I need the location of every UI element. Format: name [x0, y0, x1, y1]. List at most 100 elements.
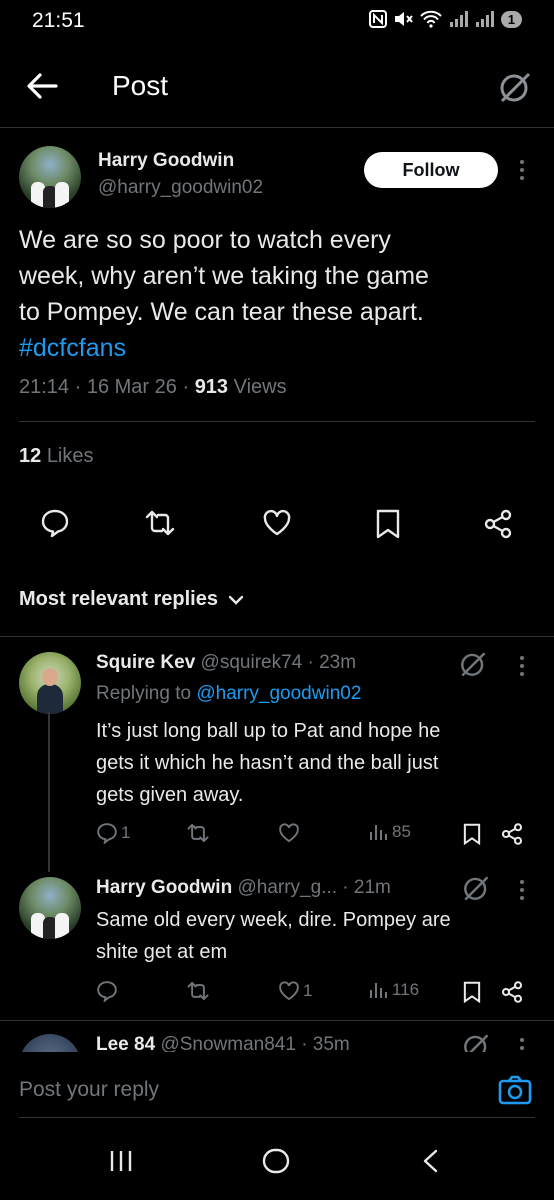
view-count: 85 — [392, 822, 411, 841]
grok-icon[interactable] — [498, 70, 532, 104]
reply-author-name: Lee 84 — [96, 1034, 156, 1052]
reply-input-placeholder[interactable]: Post your reply — [19, 1078, 159, 1102]
follow-button[interactable]: Follow — [364, 152, 498, 188]
views-label: Views — [233, 376, 287, 398]
views-icon — [370, 983, 387, 998]
like-button[interactable] — [278, 822, 303, 844]
share-icon[interactable] — [500, 822, 524, 846]
system-nav-bar — [0, 1120, 554, 1200]
more-options-icon[interactable] — [519, 880, 525, 904]
repost-icon[interactable] — [144, 508, 176, 538]
repost-button[interactable] — [186, 980, 210, 1002]
like-icon — [279, 981, 299, 1001]
views-icon — [370, 825, 387, 840]
more-options-icon[interactable] — [519, 1038, 525, 1052]
reply-author[interactable]: Lee 84 @Snowman841 · 35m — [96, 1034, 350, 1052]
reply-handle-time: @squirek74 · 23m — [200, 652, 357, 673]
notification-badge: 1 — [500, 10, 522, 28]
reply-handle-time: @Snowman841 · 35m — [160, 1034, 350, 1052]
status-icons: 1 — [368, 10, 522, 28]
thread-line — [48, 712, 50, 872]
reply-avatar[interactable] — [19, 1034, 81, 1052]
like-icon[interactable] — [262, 508, 292, 538]
reply-text-line: gets given away. — [96, 784, 244, 806]
like-count: 1 — [303, 981, 313, 1000]
divider — [0, 127, 554, 128]
likes-summary[interactable]: 12 Likes — [19, 445, 94, 468]
reply-icon — [97, 823, 117, 844]
grok-icon[interactable] — [459, 650, 487, 678]
reply-text-line: It’s just long ball up to Pat and hope h… — [96, 720, 441, 742]
reply-text-line: gets it which he hasn’t and the ball jus… — [96, 752, 439, 774]
reply-text-line: shite get at em — [96, 941, 228, 963]
hashtag-link[interactable]: #dcfcfans — [19, 330, 539, 366]
reply-count: 1 — [121, 823, 131, 842]
home-icon[interactable] — [262, 1148, 290, 1174]
share-icon[interactable] — [500, 980, 524, 1004]
wifi-icon — [420, 10, 442, 28]
bookmark-icon[interactable] — [462, 980, 482, 1004]
reply-count-button[interactable]: 1 — [96, 822, 130, 844]
back-arrow-icon[interactable] — [24, 70, 60, 102]
view-count: 116 — [392, 980, 420, 999]
post-time: 21:14 — [19, 376, 70, 398]
reply-author[interactable]: Harry Goodwin @harry_g... · 21m — [96, 877, 391, 899]
reply-avatar[interactable] — [19, 652, 81, 714]
page-title: Post — [112, 70, 169, 101]
divider — [19, 421, 535, 422]
more-options-icon[interactable] — [519, 656, 525, 680]
reply-icon — [97, 981, 117, 1002]
reply-author-name: Squire Kev — [96, 652, 196, 673]
bookmark-icon[interactable] — [462, 822, 482, 846]
reply-count-button[interactable] — [96, 980, 121, 1002]
top-bar: Post — [0, 56, 554, 120]
nfc-icon — [368, 10, 387, 28]
like-icon — [279, 823, 299, 843]
reply-avatar[interactable] — [19, 877, 81, 939]
like-button[interactable]: 1 — [278, 980, 312, 1002]
reply-handle-time: @harry_g... · 21m — [237, 877, 391, 898]
author-name[interactable]: Harry Goodwin — [98, 150, 234, 172]
divider — [0, 1020, 554, 1021]
share-icon[interactable] — [482, 508, 514, 540]
replying-prefix: Replying to — [96, 683, 192, 704]
likes-label: Likes — [46, 445, 94, 467]
recent-apps-icon[interactable] — [108, 1148, 134, 1174]
reply-text: Same old every week, dire. Pompey are sh… — [96, 904, 526, 968]
reply-author-name: Harry Goodwin — [96, 877, 233, 898]
status-bar: 21:51 1 — [0, 0, 554, 44]
grok-icon[interactable] — [462, 1032, 490, 1052]
bookmark-icon[interactable] — [374, 508, 402, 540]
views-button[interactable]: 85 — [369, 822, 411, 842]
reply-composer[interactable]: Post your reply — [0, 1060, 554, 1120]
repost-icon — [187, 823, 209, 843]
reply-author[interactable]: Squire Kev @squirek74 · 23m — [96, 652, 356, 674]
post-text: We are so so poor to watch every week, w… — [19, 222, 539, 366]
post-action-bar — [0, 508, 554, 548]
views-button[interactable]: 116 — [369, 980, 419, 1000]
more-options-icon[interactable] — [519, 160, 525, 184]
system-back-icon[interactable] — [420, 1148, 442, 1174]
reply-icon[interactable] — [40, 508, 70, 538]
replies-sort-dropdown[interactable]: Most relevant replies — [19, 588, 244, 611]
grok-icon[interactable] — [462, 874, 490, 902]
divider — [0, 636, 554, 637]
post-text-line: week, why aren’t we taking the game — [19, 262, 429, 290]
chevron-down-icon — [228, 595, 244, 605]
camera-icon[interactable] — [498, 1074, 532, 1106]
views-count: 913 — [194, 376, 229, 398]
repost-button[interactable] — [186, 822, 210, 844]
mute-icon — [394, 12, 413, 26]
reply-action-bar: 1 116 — [0, 980, 554, 1006]
author-handle[interactable]: @harry_goodwin02 — [98, 177, 263, 199]
signal-icon — [449, 11, 468, 27]
signal-2-icon — [475, 11, 494, 27]
replying-to-link[interactable]: @harry_goodwin02 — [196, 683, 361, 704]
replies-sort-label: Most relevant replies — [19, 588, 218, 610]
likes-count: 12 — [19, 445, 42, 467]
status-time: 21:51 — [32, 9, 85, 32]
reply-text-line: Same old every week, dire. Pompey are — [96, 909, 451, 931]
reply-partial: Lee 84 @Snowman841 · 35m — [0, 1030, 554, 1052]
divider — [19, 1117, 535, 1118]
author-avatar[interactable] — [19, 146, 81, 208]
